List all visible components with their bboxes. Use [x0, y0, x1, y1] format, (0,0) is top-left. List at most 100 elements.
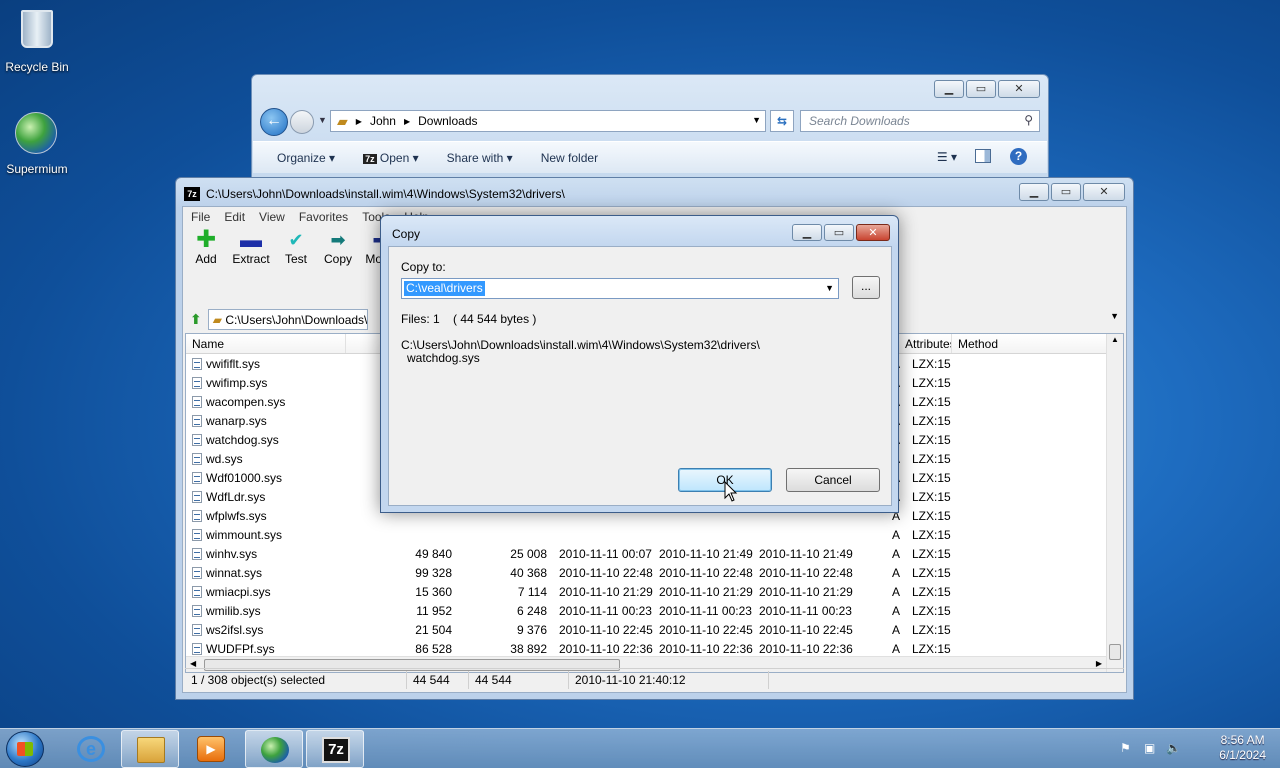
- taskbar-media-player[interactable]: ▶: [182, 730, 240, 768]
- view-options-icon[interactable]: ☰ ▾: [937, 150, 957, 164]
- add-label: Add: [195, 252, 217, 266]
- file-name-text: wfplwfs.sys: [206, 508, 267, 523]
- vertical-scrollbar[interactable]: ▲: [1106, 334, 1123, 672]
- folder-up-icon[interactable]: ⬆: [190, 311, 202, 328]
- table-row[interactable]: wmilib.sys 11 952 6 248 2010-11-11 00:23 201…: [186, 601, 1123, 620]
- chevron-right-icon: ▶: [403, 116, 411, 126]
- desktop-icon-recycle-bin[interactable]: Recycle Bin: [0, 6, 74, 74]
- table-row[interactable]: wmiacpi.sys 15 360 7 114 2010-11-10 21:29 20…: [186, 582, 1123, 601]
- maximize-icon: ▭: [1060, 186, 1072, 198]
- browse-button[interactable]: ...: [852, 276, 880, 299]
- file-method: LZX:15: [912, 375, 951, 390]
- table-row[interactable]: ws2ifsl.sys 21 504 9 376 2010-11-10 22:45 20…: [186, 620, 1123, 639]
- preview-pane-icon[interactable]: [975, 149, 991, 163]
- scroll-right-icon[interactable]: ▶: [1096, 659, 1102, 668]
- breadcrumb-downloads[interactable]: Downloads: [418, 114, 477, 128]
- checkmark-icon: ✔: [288, 230, 304, 250]
- refresh-button[interactable]: ⇆: [770, 110, 794, 132]
- back-button[interactable]: ←: [260, 108, 288, 136]
- file-name: wacompen.sys: [186, 395, 400, 409]
- add-button[interactable]: ✚ Add: [189, 227, 223, 277]
- file-name: wimmount.sys: [186, 528, 400, 542]
- maximize-button[interactable]: ▭: [824, 224, 854, 241]
- maximize-icon: ▭: [833, 227, 845, 239]
- menu-view[interactable]: View: [259, 210, 285, 224]
- maximize-button[interactable]: ▭: [1051, 183, 1081, 201]
- minimize-button[interactable]: ▁: [934, 80, 964, 98]
- file-icon: [192, 452, 202, 465]
- menu-edit[interactable]: Edit: [224, 210, 245, 224]
- taskbar-explorer[interactable]: [121, 730, 179, 768]
- file-created: 2010-11-11 00:23: [659, 603, 752, 618]
- test-button[interactable]: ✔ Test: [279, 227, 313, 277]
- vertical-scroll-thumb[interactable]: [1109, 644, 1121, 660]
- file-packed-size: 38 892: [510, 641, 547, 656]
- address-bar[interactable]: ▰ ▶ John ▶ Downloads ▼: [330, 110, 766, 132]
- copy-to-combobox[interactable]: C:\veal\drivers ▼: [401, 278, 839, 299]
- column-method[interactable]: Method: [952, 334, 1112, 353]
- chevron-down-icon[interactable]: ▼: [752, 115, 761, 125]
- minimize-button[interactable]: ▁: [1019, 183, 1049, 201]
- new-folder-button[interactable]: New folder: [541, 151, 598, 165]
- open-label: Open: [379, 150, 410, 165]
- file-method: LZX:15: [912, 356, 951, 371]
- taskbar-internet-explorer[interactable]: e: [62, 730, 120, 768]
- network-icon[interactable]: ▣: [1144, 741, 1155, 755]
- extract-button[interactable]: ▬ Extract: [231, 227, 271, 277]
- file-name: WdfLdr.sys: [186, 490, 400, 504]
- file-name-text: watchdog.sys: [206, 432, 279, 447]
- organize-button[interactable]: Organize ▾: [277, 151, 335, 165]
- file-name: wmiacpi.sys: [186, 585, 400, 599]
- file-packed-size: 40 368: [510, 565, 547, 580]
- desktop-icon-supermium[interactable]: Supermium: [0, 112, 74, 176]
- minimize-button[interactable]: ▁: [792, 224, 822, 241]
- test-label: Test: [284, 252, 307, 266]
- file-attributes: A: [891, 565, 900, 580]
- file-icon: [192, 547, 202, 560]
- share-with-button[interactable]: Share with ▾: [447, 151, 513, 165]
- file-name-text: wanarp.sys: [206, 413, 267, 428]
- column-name[interactable]: Name: [186, 334, 346, 353]
- open-button[interactable]: 7z Open ▾: [363, 151, 419, 165]
- file-attributes: A: [891, 603, 900, 618]
- source-path: C:\Users\John\Downloads\install.wim\4\Wi…: [401, 338, 760, 352]
- chevron-down-icon[interactable]: ▼: [1110, 311, 1119, 321]
- recent-pages-dropdown[interactable]: ▼: [318, 115, 327, 125]
- column-attributes[interactable]: Attributes: [899, 334, 952, 353]
- taskbar-7zip[interactable]: 7z: [306, 730, 364, 768]
- path-input[interactable]: ▰ C:\Users\John\Downloads\: [207, 308, 368, 330]
- action-center-flag-icon[interactable]: ⚑: [1120, 741, 1131, 755]
- close-icon: ✕: [1014, 83, 1024, 95]
- file-created: 2010-11-10 21:29: [659, 584, 753, 599]
- clock[interactable]: 8:56 AM 6/1/2024: [1219, 733, 1266, 763]
- close-button[interactable]: ✕: [1083, 183, 1125, 201]
- scroll-up-icon[interactable]: ▲: [1111, 335, 1119, 344]
- table-row[interactable]: winhv.sys 49 840 25 008 2010-11-11 00:07 201…: [186, 544, 1123, 563]
- copy-to-value[interactable]: C:\veal\drivers: [404, 281, 485, 296]
- volume-muted-icon[interactable]: 🔈: [1166, 741, 1181, 755]
- search-input[interactable]: Search Downloads ⚲: [800, 110, 1040, 132]
- file-name: Wdf01000.sys: [186, 471, 400, 485]
- file-name: WUDFPf.sys: [186, 642, 400, 656]
- menu-file[interactable]: File: [191, 210, 210, 224]
- forward-button[interactable]: [290, 110, 314, 134]
- start-button[interactable]: [6, 731, 44, 767]
- cancel-button[interactable]: Cancel: [786, 468, 880, 492]
- scroll-left-icon[interactable]: ◀: [190, 659, 196, 668]
- table-row[interactable]: wimmount.sys A LZX:15: [186, 525, 1123, 544]
- help-icon[interactable]: ?: [1010, 148, 1027, 165]
- menu-favorites[interactable]: Favorites: [299, 210, 348, 224]
- file-accessed: 2010-11-10 21:49: [759, 546, 853, 561]
- file-modified: 2010-11-10 22:36: [559, 641, 653, 656]
- chevron-down-icon[interactable]: ▼: [825, 283, 834, 293]
- file-size: 49 840: [415, 546, 452, 561]
- copy-button[interactable]: ➡ Copy: [321, 227, 355, 277]
- breadcrumb-john[interactable]: John: [370, 114, 396, 128]
- maximize-button[interactable]: ▭: [966, 80, 996, 98]
- table-row[interactable]: winnat.sys 99 328 40 368 2010-11-10 22:48 20…: [186, 563, 1123, 582]
- refresh-icon: ⇆: [776, 114, 788, 128]
- close-button[interactable]: ✕: [998, 80, 1040, 98]
- taskbar-supermium[interactable]: [245, 730, 303, 768]
- close-button[interactable]: ✕: [856, 224, 890, 241]
- file-name: ws2ifsl.sys: [186, 623, 400, 637]
